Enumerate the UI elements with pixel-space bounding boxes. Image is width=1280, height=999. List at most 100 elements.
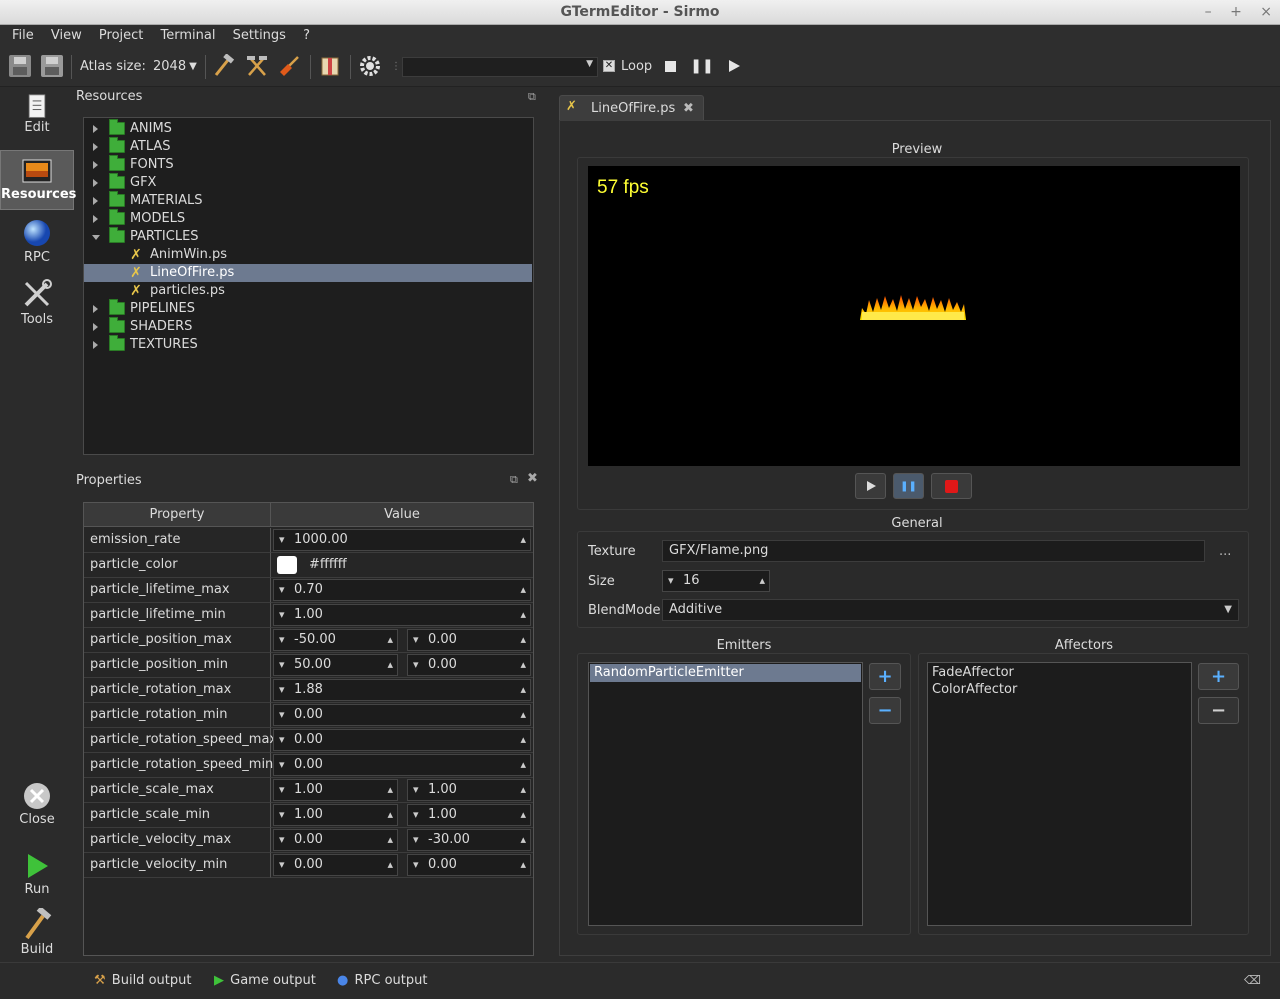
expand-right-icon[interactable] — [93, 305, 98, 313]
property-spinbox-y[interactable]: 0.00 — [407, 629, 531, 651]
clear-output-icon[interactable]: ⌫ — [1244, 973, 1261, 987]
emitters-list[interactable]: RandomParticleEmitter — [588, 662, 863, 926]
resources-tree[interactable]: ANIMS ATLAS FONTS GFX MATERIALS MODELS PARTICL… — [83, 117, 534, 455]
stop-button[interactable] — [660, 53, 680, 79]
build-all-button[interactable] — [245, 53, 269, 79]
property-spinbox-y[interactable]: 0.00 — [407, 654, 531, 676]
undock-icon[interactable]: ⧉ — [510, 473, 518, 487]
menu-view[interactable]: View — [45, 25, 88, 47]
save-all-button[interactable] — [40, 53, 64, 79]
property-spinbox-x[interactable]: 0.00 — [273, 829, 398, 851]
property-spinbox-y[interactable]: 1.00 — [407, 779, 531, 801]
expand-right-icon[interactable] — [93, 323, 98, 331]
affector-item[interactable]: FadeAffector — [932, 665, 1014, 680]
expand-right-icon[interactable] — [93, 143, 98, 151]
property-spinbox[interactable]: 0.00 — [273, 704, 531, 726]
build-hammer-button[interactable] — [212, 53, 236, 79]
property-spinbox[interactable]: 0.00 — [273, 729, 531, 751]
settings-button[interactable] — [357, 53, 383, 79]
size-spinbox[interactable]: 16 — [662, 570, 770, 592]
property-spinbox-x[interactable]: 1.00 — [273, 804, 398, 826]
tree-folder[interactable]: MATERIALS — [84, 191, 532, 210]
property-spinbox[interactable]: 0.00 — [273, 754, 531, 776]
undock-icon[interactable]: ⧉ — [528, 90, 536, 104]
pause-button[interactable]: ❚❚ — [690, 53, 713, 79]
rpc-output-tab[interactable]: ● RPC output — [337, 973, 427, 988]
menu-file[interactable]: File — [6, 25, 40, 47]
expand-right-icon[interactable] — [93, 179, 98, 187]
header-value[interactable]: Value — [271, 503, 533, 527]
tree-folder[interactable]: TEXTURES — [84, 335, 532, 354]
expand-right-icon[interactable] — [93, 161, 98, 169]
clean-button[interactable] — [278, 53, 302, 79]
property-spinbox[interactable]: 0.70 — [273, 579, 531, 601]
remove-affector-button[interactable]: − — [1198, 697, 1239, 724]
tree-file[interactable]: ✗ LineOfFire.ps — [84, 264, 532, 282]
expand-right-icon[interactable] — [93, 125, 98, 133]
property-spinbox-x[interactable]: 0.00 — [273, 854, 398, 876]
tree-folder[interactable]: ANIMS — [84, 119, 532, 138]
save-button[interactable] — [8, 53, 32, 79]
close-icon[interactable]: ✖ — [527, 471, 538, 486]
affector-item[interactable]: ColorAffector — [932, 682, 1017, 697]
emitter-item[interactable]: RandomParticleEmitter — [590, 664, 861, 682]
tree-folder[interactable]: PARTICLES — [84, 227, 532, 246]
tree-folder[interactable]: PIPELINES — [84, 299, 532, 318]
expand-right-icon[interactable] — [93, 215, 98, 223]
tab-lineoffire[interactable]: ✗ LineOfFire.ps ✖ — [559, 95, 704, 121]
tree-folder[interactable]: SHADERS — [84, 317, 532, 336]
menu-project[interactable]: Project — [93, 25, 149, 47]
close-window-button[interactable]: × — [1260, 4, 1272, 20]
expand-right-icon[interactable] — [93, 341, 98, 349]
tree-folder[interactable]: ATLAS — [84, 137, 532, 156]
target-select[interactable]: ▼ — [402, 57, 598, 77]
preview-stop-button[interactable] — [931, 473, 972, 499]
expand-right-icon[interactable] — [93, 197, 98, 205]
preview-pause-button[interactable]: ❚❚ — [893, 473, 924, 499]
minimize-button[interactable]: – — [1205, 4, 1212, 20]
add-emitter-button[interactable]: + — [869, 663, 901, 690]
game-output-tab[interactable]: ▶ Game output — [214, 973, 316, 988]
color-value[interactable]: #ffffff — [309, 553, 347, 577]
property-spinbox-x[interactable]: 1.00 — [273, 779, 398, 801]
build-output-tab[interactable]: ⚒ Build output — [94, 973, 191, 988]
mode-rpc[interactable]: RPC — [0, 218, 74, 270]
tree-file[interactable]: ✗ AnimWin.ps — [84, 246, 532, 264]
property-spinbox[interactable]: 1000.00 — [273, 529, 531, 551]
menu-terminal[interactable]: Terminal — [155, 25, 222, 47]
tree-file[interactable]: ✗ particles.ps — [84, 282, 532, 300]
run-button[interactable]: Run — [0, 852, 74, 904]
preview-viewport[interactable]: 57 fps — [588, 166, 1240, 466]
color-swatch[interactable] — [277, 556, 297, 574]
property-spinbox[interactable]: 1.00 — [273, 604, 531, 626]
expand-down-icon[interactable] — [92, 235, 100, 240]
blendmode-select[interactable]: Additive ▼ — [662, 599, 1239, 621]
property-spinbox-x[interactable]: -50.00 — [273, 629, 398, 651]
property-spinbox-y[interactable]: 1.00 — [407, 804, 531, 826]
affectors-list[interactable]: FadeAffector ColorAffector — [927, 662, 1192, 926]
property-spinbox-y[interactable]: 0.00 — [407, 854, 531, 876]
mode-resources[interactable]: Resources — [0, 150, 76, 210]
mode-tools[interactable]: Tools — [0, 278, 74, 330]
menu-help[interactable]: ? — [297, 25, 316, 47]
mode-edit[interactable]: Edit — [0, 94, 74, 150]
preview-play-button[interactable] — [855, 473, 886, 499]
texture-browse-button[interactable]: ... — [1219, 544, 1231, 559]
texture-field[interactable]: GFX/Flame.png — [662, 540, 1205, 562]
atlas-size-select[interactable]: 2048 ▼ — [153, 53, 197, 79]
maximize-button[interactable]: + — [1230, 4, 1242, 20]
menu-settings[interactable]: Settings — [227, 25, 292, 47]
tree-folder[interactable]: GFX — [84, 173, 532, 192]
package-button[interactable] — [318, 53, 342, 79]
tree-folder[interactable]: MODELS — [84, 209, 532, 228]
loop-checkbox[interactable]: ✕ Loop — [603, 53, 652, 79]
property-spinbox[interactable]: 1.88 — [273, 679, 531, 701]
tab-close-icon[interactable]: ✖ — [683, 101, 694, 116]
remove-emitter-button[interactable]: − — [869, 697, 901, 724]
tree-folder[interactable]: FONTS — [84, 155, 532, 174]
close-project-button[interactable]: Close — [0, 782, 74, 834]
property-spinbox-x[interactable]: 50.00 — [273, 654, 398, 676]
add-affector-button[interactable]: + — [1198, 663, 1239, 690]
property-spinbox-y[interactable]: -30.00 — [407, 829, 531, 851]
build-button[interactable]: Build — [0, 908, 74, 960]
